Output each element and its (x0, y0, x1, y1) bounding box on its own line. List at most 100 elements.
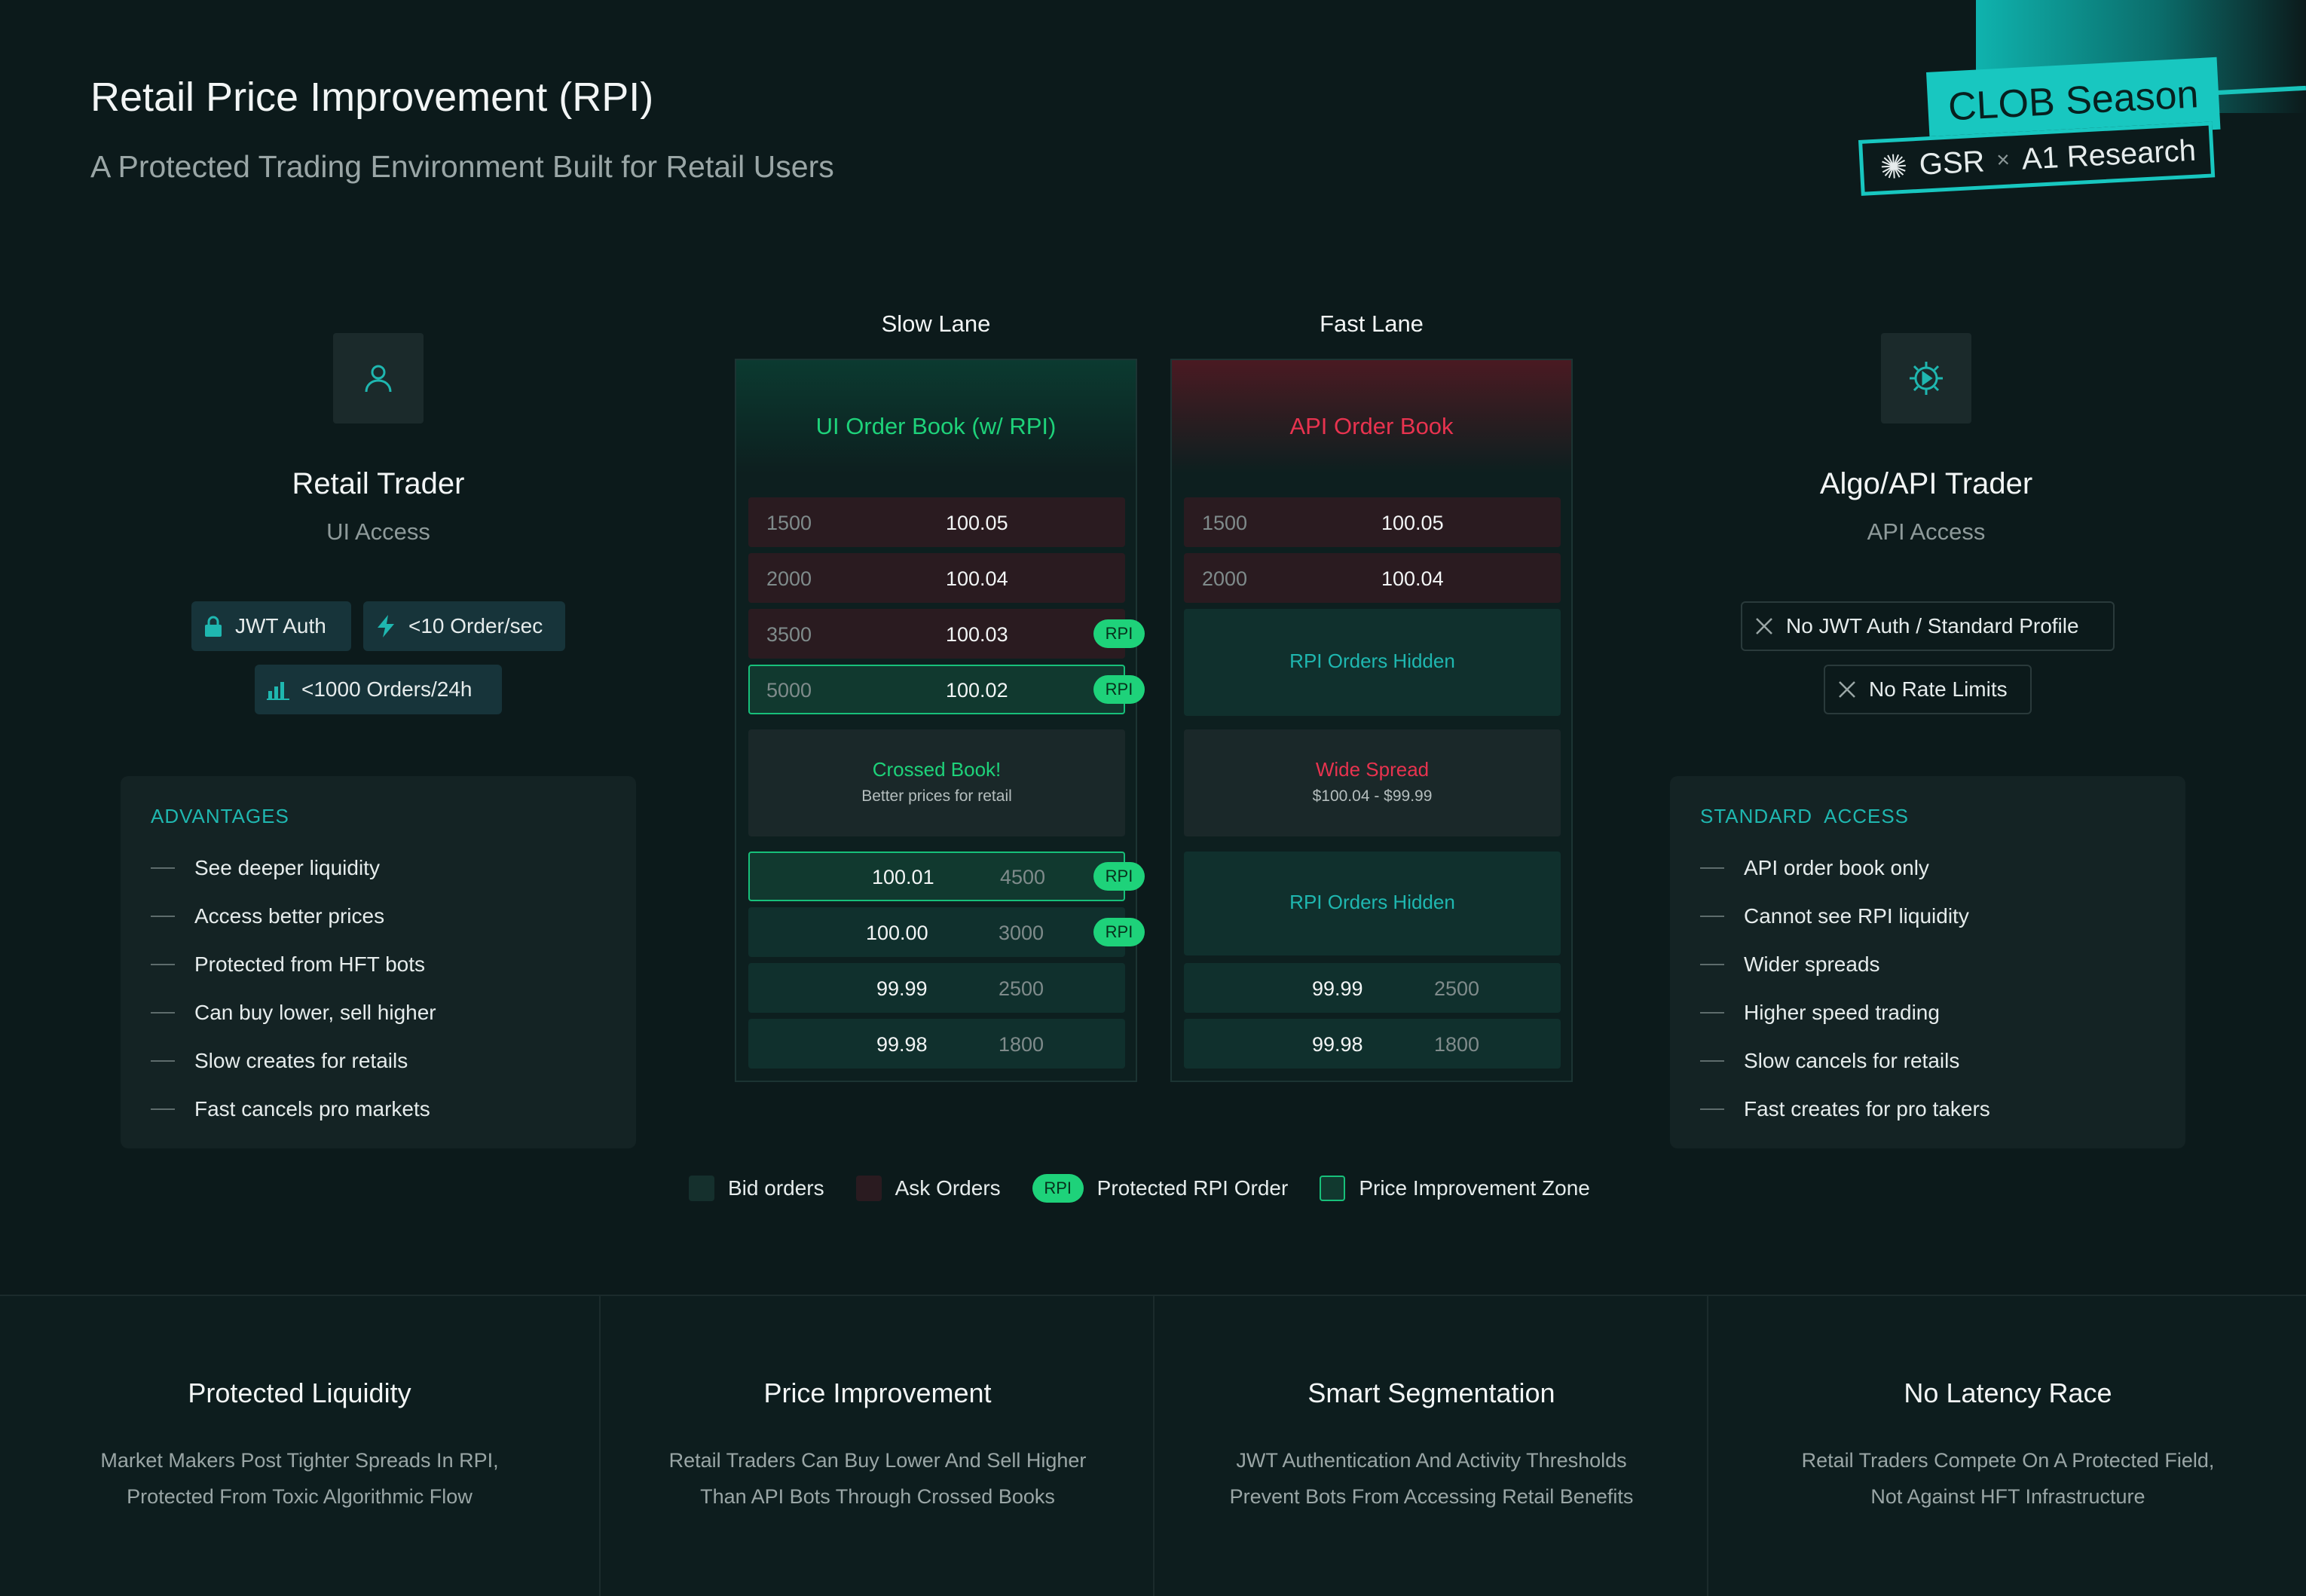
dash-icon (1700, 916, 1724, 917)
standard-access-list: API order book only Cannot see RPI liqui… (1700, 844, 1990, 1133)
chip-daily-limit: <1000 Orders/24h (255, 665, 502, 714)
bid-qty: 2500 (999, 977, 1044, 1000)
list-item-label: Slow creates for retails (194, 1049, 408, 1072)
brand-partner-gsr: GSR (1918, 144, 1986, 182)
bid-row-highlight: 100.01 4500 RPI (748, 852, 1145, 901)
rpi-badge: RPI (1093, 918, 1145, 946)
list-item-label: Protected from HFT bots (194, 952, 426, 976)
list-item-label: Fast cancels pro markets (194, 1097, 430, 1121)
list-item-label: Wider spreads (1744, 952, 1880, 976)
chip-label: JWT Auth (235, 614, 326, 637)
feature-line: Not Against HFT Infrastructure (1870, 1485, 2145, 1508)
list-item: Protected from HFT bots (151, 940, 436, 989)
rpi-badge: RPI (1093, 619, 1145, 648)
ask-row-highlight: 5000 100.02 RPI (748, 665, 1145, 714)
feature-protected-liquidity: Protected Liquidity Market Makers Post T… (0, 1296, 599, 1596)
legend: Bid orders Ask Orders RPI Protected RPI … (689, 1174, 1590, 1203)
bid-row: 99.99 2500 (1184, 963, 1561, 1013)
panel-title: ADVANTAGES (151, 805, 289, 827)
dash-icon (151, 1012, 175, 1014)
chip-label: No Rate Limits (1869, 677, 2008, 701)
bid-row: 100.00 3000 RPI (748, 907, 1145, 957)
ask-qty: 3500 (766, 623, 812, 646)
chip-no-jwt: No JWT Auth / Standard Profile (1741, 601, 2115, 651)
ui-order-book-title: UI Order Book (w/ RPI) (815, 413, 1057, 439)
feature-line: Prevent Bots From Accessing Retail Benef… (1229, 1485, 1634, 1508)
list-item-label: Can buy lower, sell higher (194, 1001, 436, 1024)
list-item: Slow creates for retails (151, 1037, 436, 1085)
ask-qty: 1500 (1202, 512, 1248, 534)
features-section: Protected Liquidity Market Makers Post T… (0, 1295, 2306, 1596)
retail-subtitle: UI Access (326, 518, 430, 545)
gear-icon (1910, 362, 1943, 395)
ask-swatch (855, 1176, 882, 1201)
dash-icon (1700, 867, 1724, 869)
wide-spread-subtitle: $100.04 - $99.99 (1312, 787, 1433, 805)
bid-row: 99.98 1800 (748, 1019, 1125, 1069)
standard-access-panel: STANDARD ACCESS API order book only Cann… (1670, 776, 2185, 1148)
legend-rpi: Protected RPI Order (1096, 1176, 1289, 1200)
retail-avatar (333, 333, 424, 423)
bid-price: 99.98 (876, 1033, 928, 1056)
list-item: Access better prices (151, 892, 436, 940)
ask-price: 100.04 (1381, 567, 1444, 590)
wide-spread-title: Wide Spread (1315, 758, 1430, 781)
ask-price: 100.02 (946, 679, 1008, 702)
fast-lane-title: Fast Lane (1320, 310, 1424, 337)
dash-icon (151, 916, 175, 917)
feature-line: JWT Authentication And Activity Threshol… (1236, 1449, 1627, 1472)
chip-jwt-auth: JWT Auth (191, 601, 351, 651)
bid-qty: 1800 (1434, 1033, 1480, 1056)
feature-line: Retail Traders Compete On A Protected Fi… (1801, 1449, 2215, 1472)
list-item-label: Access better prices (194, 904, 385, 928)
ask-qty: 5000 (766, 679, 812, 702)
ask-row: 1500 100.05 (748, 497, 1125, 547)
algo-subtitle: API Access (1867, 518, 1986, 545)
gsr-logo-icon (1881, 154, 1906, 179)
rpi-hidden-box: RPI Orders Hidden (1184, 609, 1561, 716)
ask-qty: 2000 (766, 567, 812, 590)
list-item: API order book only (1700, 844, 1990, 892)
dash-icon (1700, 1108, 1724, 1110)
brand-partners: GSR × A1 Research (1858, 121, 2216, 196)
rpi-hidden-box: RPI Orders Hidden (1184, 852, 1561, 955)
bid-price: 99.99 (876, 977, 928, 1000)
rpi-hidden-label: RPI Orders Hidden (1289, 650, 1455, 672)
algo-avatar (1881, 333, 1971, 423)
feature-title: Smart Segmentation (1307, 1377, 1555, 1408)
list-item-label: Cannot see RPI liquidity (1744, 904, 1969, 928)
bid-qty: 3000 (999, 922, 1044, 944)
dash-icon (151, 867, 175, 869)
ask-row: 3500 100.03 RPI (748, 609, 1145, 659)
close-icon (1839, 681, 1855, 698)
crossed-book-box: Crossed Book! Better prices for retail (748, 729, 1125, 836)
rpi-badge: RPI (1093, 862, 1145, 891)
wide-spread-box: Wide Spread $100.04 - $99.99 (1184, 729, 1561, 836)
crossed-book-subtitle: Better prices for retail (861, 787, 1012, 805)
bid-row: 99.98 1800 (1184, 1019, 1561, 1069)
list-item-label: Slow cancels for retails (1744, 1049, 1960, 1072)
bid-price: 100.00 (866, 922, 928, 944)
ask-qty: 1500 (766, 512, 812, 534)
lightning-icon (378, 615, 394, 637)
close-icon (1756, 618, 1772, 634)
feature-title: Protected Liquidity (188, 1377, 411, 1408)
slow-lane-title: Slow Lane (881, 310, 991, 337)
brand-partner-a1: A1 Research (2020, 133, 2197, 176)
feature-line: Retail Traders Can Buy Lower And Sell Hi… (668, 1449, 1087, 1472)
legend-zone: Price Improvement Zone (1359, 1176, 1590, 1200)
list-item-label: Higher speed trading (1744, 1001, 1940, 1024)
ask-price: 100.04 (946, 567, 1008, 590)
ask-price: 100.03 (946, 623, 1008, 646)
chip-order-rate: <10 Order/sec (363, 601, 565, 651)
legend-bid: Bid orders (728, 1176, 824, 1200)
crossed-book-title: Crossed Book! (872, 758, 1002, 781)
list-item: Fast creates for pro takers (1700, 1085, 1990, 1133)
brand-season-label: CLOB Season (1947, 72, 2200, 130)
list-item-label: See deeper liquidity (194, 856, 380, 879)
feature-description: Retail Traders Can Buy Lower And Sell Hi… (601, 1442, 1155, 1515)
feature-description: JWT Authentication And Activity Threshol… (1155, 1442, 1708, 1515)
feature-line: Market Makers Post Tighter Spreads In RP… (100, 1449, 499, 1472)
advantages-list: See deeper liquidity Access better price… (151, 844, 436, 1133)
list-item: See deeper liquidity (151, 844, 436, 892)
